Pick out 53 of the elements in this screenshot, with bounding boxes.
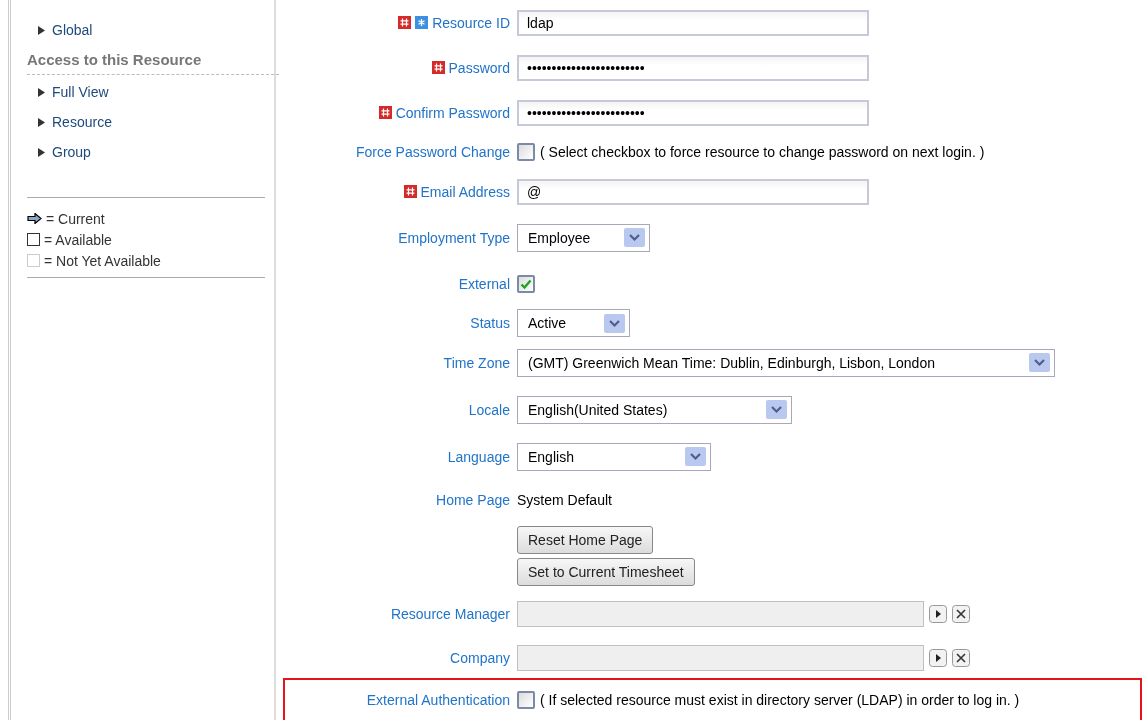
triangle-icon — [38, 147, 45, 157]
field-label: External Authentication — [366, 692, 510, 708]
field-label: External — [458, 276, 510, 292]
play-icon[interactable] — [929, 649, 947, 667]
field-label: Resource Manager — [390, 606, 510, 622]
field-label: Locale — [468, 401, 510, 418]
lookup-field[interactable] — [517, 645, 924, 671]
checkbox[interactable] — [517, 691, 535, 709]
arrow-icon — [27, 213, 42, 224]
field-label: Confirm Password — [395, 104, 510, 121]
dropdown[interactable]: English — [517, 442, 711, 471]
field-label: Employment Type — [398, 229, 510, 246]
triangle-icon — [38, 117, 45, 127]
field-label: Time Zone — [443, 354, 510, 371]
legend-label: = Current — [46, 211, 105, 226]
text-field[interactable]: @ — [517, 178, 869, 205]
section-heading: Access to this Resource — [27, 51, 279, 75]
nav-link[interactable]: Full View — [52, 84, 109, 100]
field-label: Force Password Change — [355, 144, 510, 160]
action-button[interactable]: Set to Current Timesheet — [517, 558, 695, 586]
dropdown[interactable]: Active — [517, 309, 630, 337]
lookup-field[interactable] — [517, 601, 924, 627]
field-label: Home Page — [436, 492, 510, 508]
dropdown[interactable]: Employee — [517, 223, 650, 252]
field-label: Resource ID — [432, 14, 510, 31]
nav-link[interactable]: Global — [52, 22, 93, 38]
field-label: Email Address — [420, 183, 510, 200]
hint-text: ( Select checkbox to force resource to change password on next login. ) — [540, 144, 985, 160]
action-button[interactable]: Reset Home Page — [517, 526, 654, 554]
nav-link[interactable]: Group — [52, 144, 91, 160]
hint-text: ( If selected resource must exist in directory server (LDAP) in order to log in. ) — [540, 692, 1020, 708]
text-field[interactable]: ldap — [517, 9, 869, 36]
play-icon[interactable] — [929, 605, 947, 623]
triangle-icon — [38, 87, 45, 97]
triangle-icon — [38, 25, 45, 35]
field-label: Status — [470, 315, 510, 331]
empty-box-icon — [27, 254, 40, 267]
text-field[interactable]: •••••••••••••••••••••••• — [517, 99, 869, 126]
field-label: Language — [447, 448, 510, 465]
legend-label: = Not Yet Available — [44, 253, 161, 268]
checkbox[interactable] — [517, 143, 535, 161]
close-icon[interactable] — [952, 605, 970, 623]
field-label: Company — [450, 650, 510, 666]
close-icon[interactable] — [952, 649, 970, 667]
dropdown[interactable]: (GMT) Greenwich Mean Time: Dublin, Edinburgh, Lisbon, London — [517, 348, 1055, 377]
dropdown[interactable]: English(United States) — [517, 395, 792, 424]
field-value: System Default — [517, 492, 612, 508]
field-label: Password — [448, 59, 510, 76]
empty-box-icon — [27, 233, 40, 246]
text-field[interactable]: •••••••••••••••••••••••• — [517, 54, 869, 81]
nav-link[interactable]: Resource — [52, 114, 112, 130]
checkbox[interactable] — [517, 275, 535, 293]
legend-label: = Available — [44, 232, 112, 247]
